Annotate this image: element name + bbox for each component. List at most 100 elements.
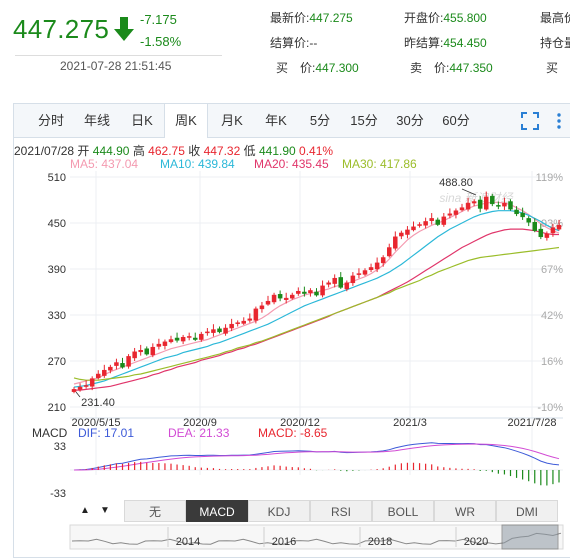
candle-body: [538, 228, 544, 238]
candle-body: [514, 209, 519, 215]
candle-body: [374, 262, 380, 270]
dif-label: DIF: 17.01: [78, 426, 135, 440]
candle-body: [526, 218, 531, 223]
y-tick-right-label: -10%: [537, 402, 563, 414]
candle-body: [393, 236, 398, 249]
candle-body: [465, 202, 471, 210]
candle-body: [308, 290, 313, 294]
candle-body: [471, 201, 477, 204]
candle-body: [550, 227, 556, 234]
candle-body: [508, 201, 513, 210]
timeline-year-label: 2018: [368, 536, 392, 548]
low-price-label: 231.40: [81, 397, 115, 409]
indicator-tab-wr[interactable]: WR: [434, 500, 496, 522]
indicator-tab-rsi[interactable]: RSI: [310, 500, 372, 522]
candle-body: [217, 328, 222, 333]
candle-body: [241, 320, 246, 324]
candle-body: [520, 212, 525, 218]
quote-page: 447.275 -7.175 -1.58% 2021-07-28 21:51:4…: [0, 0, 570, 558]
candle-body: [290, 294, 295, 299]
candle-body: [380, 257, 386, 264]
candle-body: [271, 294, 277, 303]
y-tick-label: 510: [48, 172, 66, 184]
candle-body: [77, 386, 83, 390]
candle-body: [229, 323, 234, 329]
candle-body: [186, 336, 192, 338]
candle-body: [96, 373, 101, 379]
y-tick-label: 390: [48, 264, 66, 276]
timeline-year-label: 2014: [176, 536, 200, 548]
candle-body: [459, 207, 465, 211]
candle-body: [496, 205, 501, 207]
candle-body: [102, 369, 107, 376]
candle-body: [556, 225, 562, 230]
candle-body: [120, 363, 125, 368]
indicator-tab-none[interactable]: 无: [124, 500, 186, 522]
y-tick-label: 450: [48, 218, 66, 230]
candle-body: [265, 300, 271, 305]
candle-body: [502, 202, 507, 207]
x-tick-label: 2021/7/28: [508, 417, 557, 429]
candle-body: [71, 389, 77, 392]
candle-body: [417, 224, 422, 226]
candle-body: [132, 351, 137, 359]
candle-body: [484, 196, 489, 210]
candle-body: [411, 226, 416, 231]
candle-body: [362, 270, 368, 275]
candle-body: [368, 267, 374, 271]
indicator-tab-kdj[interactable]: KDJ: [248, 500, 310, 522]
candle-body: [387, 247, 392, 257]
y-tick-right-label: 119%: [536, 172, 564, 184]
y-tick-right-label: 42%: [541, 310, 563, 322]
candle-body: [405, 229, 410, 235]
indicator-tabs: 无 MACD KDJ RSI BOLL WR DMI: [110, 500, 570, 522]
triangle-up-icon[interactable]: ▲: [76, 502, 94, 520]
candle-body: [314, 291, 319, 296]
low-pointer: [75, 391, 81, 398]
candle-body: [138, 350, 143, 353]
candle-body: [447, 213, 453, 216]
indicator-tab-boll[interactable]: BOLL: [372, 500, 434, 522]
candle-body: [532, 221, 537, 231]
candle-body: [83, 385, 89, 387]
ma30-line: [73, 246, 560, 381]
y-tick-label: 210: [48, 402, 66, 414]
candle-body: [490, 195, 495, 205]
timeline-year-label: 2020: [464, 536, 488, 548]
y-tick-right-label: 67%: [541, 264, 563, 276]
macd-y-bottom: -33: [50, 488, 66, 500]
candle-body: [338, 277, 343, 288]
high-price-label: 488.80: [439, 177, 473, 189]
candle-body: [356, 273, 362, 275]
macd-y-top: 33: [54, 441, 66, 453]
candle-body: [423, 221, 428, 226]
candle-body: [277, 294, 283, 299]
indicator-tab-macd[interactable]: MACD: [186, 500, 248, 522]
candlestick-chart: 510450390330270210119%93%67%42%16%-10%20…: [48, 171, 564, 550]
candle-body: [350, 275, 356, 284]
candle-body: [211, 329, 216, 333]
candle-body: [320, 285, 325, 296]
candle-body: [144, 348, 149, 355]
dea-label: DEA: 21.33: [168, 426, 230, 440]
candle-body: [108, 366, 113, 371]
candle-body: [223, 327, 228, 334]
candle-body: [296, 290, 301, 294]
candle-body: [253, 308, 259, 321]
indicator-tab-dmi[interactable]: DMI: [496, 500, 558, 522]
y-tick-right-label: 16%: [541, 356, 563, 368]
candle-body: [441, 216, 447, 225]
timeline-year-label: 2016: [272, 536, 296, 548]
candle-body: [283, 297, 289, 300]
candle-body: [205, 331, 210, 334]
candle-body: [429, 218, 434, 221]
candle-body: [168, 339, 174, 343]
ma20-line: [74, 228, 559, 391]
candle-body: [435, 219, 440, 225]
candle-body: [247, 318, 253, 321]
candle-body: [150, 346, 156, 356]
candle-body: [477, 199, 483, 209]
candle-body: [199, 333, 204, 340]
candle-body: [235, 322, 240, 324]
candle-body: [544, 233, 550, 238]
